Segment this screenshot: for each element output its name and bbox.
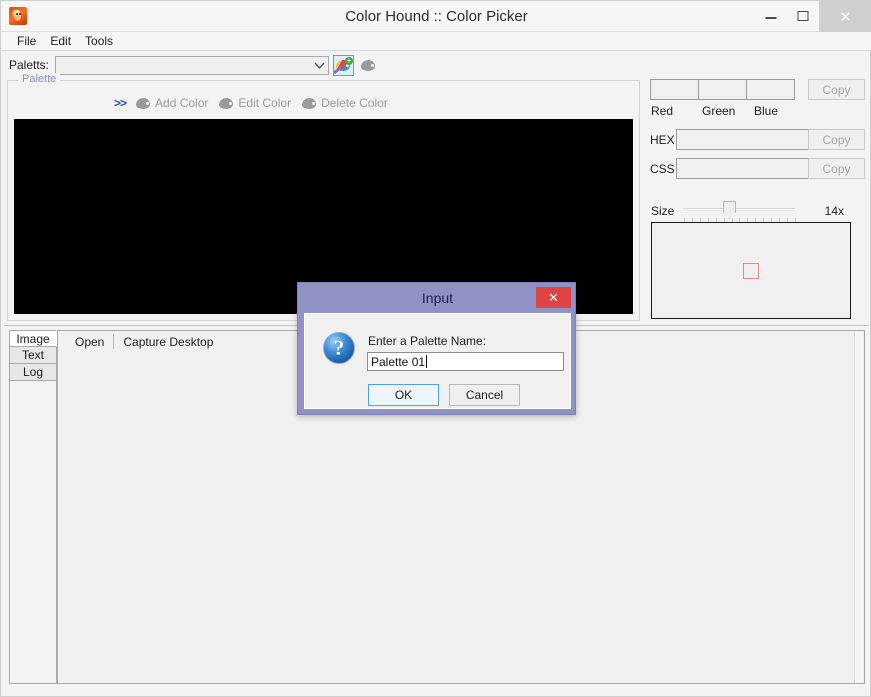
- size-slider[interactable]: [683, 201, 796, 223]
- input-dialog: Input ✕ ? Enter a Palette Name: Palette …: [297, 282, 576, 415]
- menu-bar: File Edit Tools: [1, 32, 871, 51]
- delete-color-label: Delete Color: [321, 96, 388, 110]
- text-caret: [426, 355, 428, 368]
- image-toolbar: Open Capture Desktop: [58, 331, 222, 352]
- hex-label: HEX: [650, 132, 675, 147]
- css-label: CSS: [650, 161, 675, 176]
- close-button[interactable]: ✕: [819, 1, 871, 32]
- hex-field[interactable]: [676, 129, 809, 150]
- green-field[interactable]: [698, 79, 747, 100]
- copy-css-button[interactable]: Copy: [808, 158, 865, 179]
- blue-label: Blue: [754, 104, 779, 118]
- palette-groupbox-legend: Palette: [18, 73, 61, 85]
- open-button[interactable]: Open: [66, 333, 113, 351]
- edit-color-button[interactable]: Edit Color: [219, 96, 291, 110]
- palette-icon: [302, 97, 317, 110]
- size-slider-track[interactable]: [683, 208, 795, 211]
- size-slider-thumb[interactable]: [723, 201, 736, 219]
- add-color-button[interactable]: Add Color: [136, 96, 208, 110]
- menu-file[interactable]: File: [10, 32, 43, 50]
- tab-image[interactable]: Image: [9, 330, 57, 347]
- size-label: Size: [651, 204, 675, 218]
- menu-edit[interactable]: Edit: [43, 32, 78, 50]
- expand-toggle[interactable]: >>: [114, 96, 127, 110]
- green-label: Green: [702, 104, 736, 118]
- red-label: Red: [651, 104, 674, 118]
- title-bar: Color Hound :: Color Picker ✕: [1, 1, 871, 32]
- tab-text[interactable]: Text: [9, 347, 57, 364]
- minimize-icon: [765, 17, 777, 20]
- palette-icon: [361, 59, 376, 72]
- vertical-tabs: Image Text Log: [9, 330, 57, 381]
- dialog-prompt: Enter a Palette Name:: [368, 334, 487, 348]
- hex-row: HEX: [650, 129, 809, 150]
- palette-name-input-value: Palette 01: [371, 354, 426, 369]
- palette-icon: [136, 97, 151, 110]
- maximize-button[interactable]: [787, 5, 819, 27]
- application-window: Color Hound :: Color Picker ✕ File Edit …: [0, 0, 871, 697]
- palette-add-icon: +: [333, 56, 353, 74]
- blue-field[interactable]: [746, 79, 795, 100]
- add-color-label: Add Color: [155, 96, 209, 110]
- vertical-scrollbar[interactable]: [854, 332, 863, 683]
- palette-toolbar: >> Add Color Edit Color Delete Color: [8, 92, 639, 114]
- copy-hex-button[interactable]: Copy: [808, 129, 865, 150]
- copy-rgb-button[interactable]: Copy: [808, 79, 865, 100]
- css-field[interactable]: [676, 158, 809, 179]
- css-row: CSS: [650, 158, 809, 179]
- minimize-button[interactable]: [755, 5, 787, 27]
- close-icon: ✕: [839, 8, 852, 26]
- tab-rail: [9, 381, 57, 684]
- dialog-close-button[interactable]: ✕: [536, 287, 571, 308]
- question-icon: ?: [323, 332, 355, 364]
- palettes-label: Paletts:: [9, 58, 50, 72]
- palettes-bar: Paletts: +: [1, 52, 871, 78]
- palette-icon: [219, 97, 234, 110]
- cancel-button[interactable]: Cancel: [449, 384, 520, 406]
- window-title: Color Hound :: Color Picker: [345, 8, 528, 25]
- menu-tools[interactable]: Tools: [78, 32, 120, 50]
- ok-button[interactable]: OK: [368, 384, 439, 406]
- rgb-fields: [650, 79, 795, 100]
- color-info-panel: Copy Red Green Blue HEX Copy CSS Copy Si…: [646, 79, 866, 324]
- dialog-body: ? Enter a Palette Name: Palette 01 OK Ca…: [304, 313, 571, 409]
- delete-color-button[interactable]: Delete Color: [302, 96, 388, 110]
- chevron-down-icon[interactable]: [310, 57, 328, 74]
- magnifier-preview[interactable]: [651, 222, 851, 319]
- delete-palette-button[interactable]: [358, 55, 379, 76]
- new-palette-button[interactable]: +: [333, 54, 354, 76]
- palettes-combobox[interactable]: [55, 55, 329, 75]
- close-icon: ✕: [548, 289, 559, 305]
- edit-color-label: Edit Color: [238, 96, 292, 110]
- size-value: 14x: [824, 204, 844, 218]
- window-controls: ✕: [755, 1, 871, 32]
- preview-cursor-icon: [743, 262, 759, 279]
- palette-name-input[interactable]: Palette 01: [367, 352, 564, 371]
- maximize-icon: [797, 11, 809, 21]
- capture-desktop-button[interactable]: Capture Desktop: [114, 333, 222, 351]
- red-field[interactable]: [650, 79, 699, 100]
- tab-log[interactable]: Log: [9, 364, 57, 381]
